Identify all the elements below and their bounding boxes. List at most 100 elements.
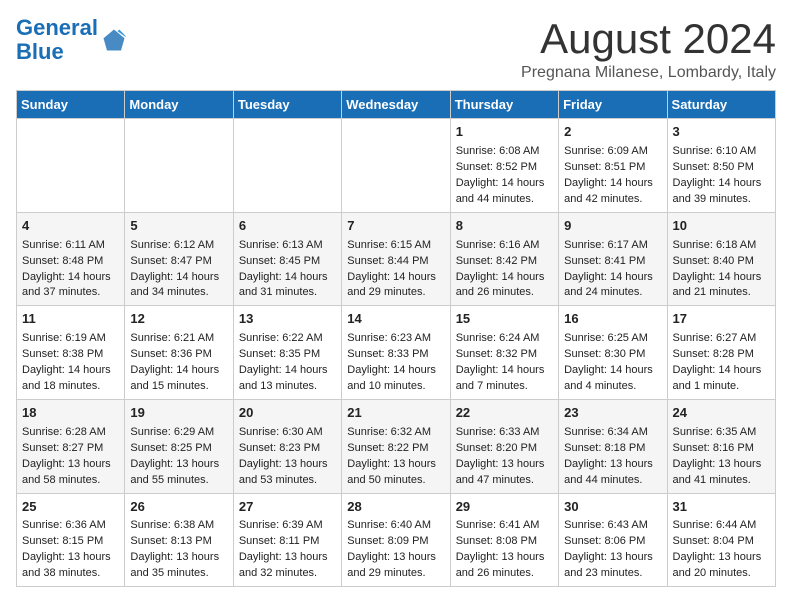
day-info: Sunrise: 6:43 AM	[564, 518, 661, 534]
day-info: Sunrise: 6:24 AM	[456, 331, 553, 347]
day-number: 3	[673, 123, 770, 142]
day-info: Sunrise: 6:18 AM	[673, 238, 770, 254]
day-cell: 22Sunrise: 6:33 AMSunset: 8:20 PMDayligh…	[450, 399, 558, 493]
day-info: Sunrise: 6:34 AM	[564, 425, 661, 441]
day-info: Sunrise: 6:23 AM	[347, 331, 444, 347]
header-day-tuesday: Tuesday	[233, 91, 341, 119]
day-info: Daylight: 14 hours and 10 minutes.	[347, 363, 444, 395]
day-info: Sunset: 8:16 PM	[673, 441, 770, 457]
day-info: Sunset: 8:36 PM	[130, 347, 227, 363]
logo: General Blue	[16, 16, 128, 64]
month-title: August 2024	[521, 16, 776, 62]
logo-icon	[100, 26, 128, 54]
day-info: Sunrise: 6:13 AM	[239, 238, 336, 254]
day-info: Sunset: 8:35 PM	[239, 347, 336, 363]
day-info: Sunset: 8:15 PM	[22, 534, 119, 550]
day-info: Sunrise: 6:22 AM	[239, 331, 336, 347]
day-info: Sunrise: 6:19 AM	[22, 331, 119, 347]
day-info: Sunset: 8:09 PM	[347, 534, 444, 550]
day-info: Sunrise: 6:44 AM	[673, 518, 770, 534]
day-info: Daylight: 13 hours and 50 minutes.	[347, 457, 444, 489]
day-info: Sunrise: 6:17 AM	[564, 238, 661, 254]
day-number: 10	[673, 217, 770, 236]
day-info: Sunset: 8:45 PM	[239, 254, 336, 270]
day-info: Daylight: 14 hours and 1 minute.	[673, 363, 770, 395]
day-info: Daylight: 14 hours and 37 minutes.	[22, 270, 119, 302]
day-cell: 21Sunrise: 6:32 AMSunset: 8:22 PMDayligh…	[342, 399, 450, 493]
logo-blue: Blue	[16, 39, 64, 64]
week-row-1: 1 Sunrise: 6:08 AMSunset: 8:52 PMDaylight…	[17, 119, 776, 213]
day-info: Sunset: 8:28 PM	[673, 347, 770, 363]
day-info: Sunset: 8:11 PM	[239, 534, 336, 550]
day-info: Daylight: 13 hours and 23 minutes.	[564, 550, 661, 582]
day-info: Daylight: 13 hours and 29 minutes.	[347, 550, 444, 582]
day-info: Daylight: 13 hours and 53 minutes.	[239, 457, 336, 489]
day-number: 1	[456, 123, 553, 142]
day-info: Sunrise: 6:39 AM	[239, 518, 336, 534]
day-cell: 8Sunrise: 6:16 AMSunset: 8:42 PMDaylight…	[450, 212, 558, 306]
day-cell: 6Sunrise: 6:13 AMSunset: 8:45 PMDaylight…	[233, 212, 341, 306]
day-info: Sunset: 8:50 PM	[673, 160, 770, 176]
day-info: Sunset: 8:20 PM	[456, 441, 553, 457]
day-cell: 19Sunrise: 6:29 AMSunset: 8:25 PMDayligh…	[125, 399, 233, 493]
day-cell	[342, 119, 450, 213]
day-info: Daylight: 14 hours and 26 minutes.	[456, 270, 553, 302]
day-info: Daylight: 14 hours and 34 minutes.	[130, 270, 227, 302]
day-info: Sunset: 8:41 PM	[564, 254, 661, 270]
header-day-friday: Friday	[559, 91, 667, 119]
day-cell: 27Sunrise: 6:39 AMSunset: 8:11 PMDayligh…	[233, 493, 341, 587]
day-info: Sunset: 8:42 PM	[456, 254, 553, 270]
day-info: Daylight: 13 hours and 38 minutes.	[22, 550, 119, 582]
day-number: 9	[564, 217, 661, 236]
header-day-sunday: Sunday	[17, 91, 125, 119]
day-info: Sunrise: 6:30 AM	[239, 425, 336, 441]
week-row-2: 4Sunrise: 6:11 AMSunset: 8:48 PMDaylight…	[17, 212, 776, 306]
week-row-4: 18Sunrise: 6:28 AMSunset: 8:27 PMDayligh…	[17, 399, 776, 493]
day-info: Sunset: 8:47 PM	[130, 254, 227, 270]
day-cell: 13Sunrise: 6:22 AMSunset: 8:35 PMDayligh…	[233, 306, 341, 400]
day-number: 25	[22, 498, 119, 517]
day-number: 15	[456, 310, 553, 329]
day-info: Sunset: 8:52 PM	[456, 160, 553, 176]
day-cell: 17Sunrise: 6:27 AMSunset: 8:28 PMDayligh…	[667, 306, 775, 400]
day-number: 7	[347, 217, 444, 236]
day-info: Sunrise: 6:38 AM	[130, 518, 227, 534]
day-info: Daylight: 13 hours and 41 minutes.	[673, 457, 770, 489]
day-info: Sunrise: 6:15 AM	[347, 238, 444, 254]
header-day-thursday: Thursday	[450, 91, 558, 119]
calendar-header: SundayMondayTuesdayWednesdayThursdayFrid…	[17, 91, 776, 119]
day-info: Sunrise: 6:25 AM	[564, 331, 661, 347]
day-info: Sunset: 8:38 PM	[22, 347, 119, 363]
day-number: 20	[239, 404, 336, 423]
day-info: Sunrise: 6:09 AM	[564, 144, 661, 160]
day-info: Sunrise: 6:08 AM	[456, 144, 553, 160]
day-number: 26	[130, 498, 227, 517]
day-info: Daylight: 13 hours and 58 minutes.	[22, 457, 119, 489]
day-number: 8	[456, 217, 553, 236]
day-cell: 23Sunrise: 6:34 AMSunset: 8:18 PMDayligh…	[559, 399, 667, 493]
day-cell	[17, 119, 125, 213]
day-info: Sunrise: 6:40 AM	[347, 518, 444, 534]
day-info: Daylight: 14 hours and 44 minutes.	[456, 176, 553, 208]
day-cell: 9Sunrise: 6:17 AMSunset: 8:41 PMDaylight…	[559, 212, 667, 306]
day-info: Sunrise: 6:41 AM	[456, 518, 553, 534]
day-info: Daylight: 14 hours and 18 minutes.	[22, 363, 119, 395]
day-number: 6	[239, 217, 336, 236]
header-day-monday: Monday	[125, 91, 233, 119]
day-number: 13	[239, 310, 336, 329]
day-cell: 16Sunrise: 6:25 AMSunset: 8:30 PMDayligh…	[559, 306, 667, 400]
day-cell: 10Sunrise: 6:18 AMSunset: 8:40 PMDayligh…	[667, 212, 775, 306]
day-info: Sunset: 8:51 PM	[564, 160, 661, 176]
day-cell: 4Sunrise: 6:11 AMSunset: 8:48 PMDaylight…	[17, 212, 125, 306]
day-info: Sunset: 8:06 PM	[564, 534, 661, 550]
day-cell: 24Sunrise: 6:35 AMSunset: 8:16 PMDayligh…	[667, 399, 775, 493]
day-number: 16	[564, 310, 661, 329]
day-info: Sunset: 8:08 PM	[456, 534, 553, 550]
day-cell: 12Sunrise: 6:21 AMSunset: 8:36 PMDayligh…	[125, 306, 233, 400]
day-number: 2	[564, 123, 661, 142]
day-number: 31	[673, 498, 770, 517]
day-cell: 20Sunrise: 6:30 AMSunset: 8:23 PMDayligh…	[233, 399, 341, 493]
day-cell: 26Sunrise: 6:38 AMSunset: 8:13 PMDayligh…	[125, 493, 233, 587]
day-number: 27	[239, 498, 336, 517]
day-info: Sunset: 8:25 PM	[130, 441, 227, 457]
